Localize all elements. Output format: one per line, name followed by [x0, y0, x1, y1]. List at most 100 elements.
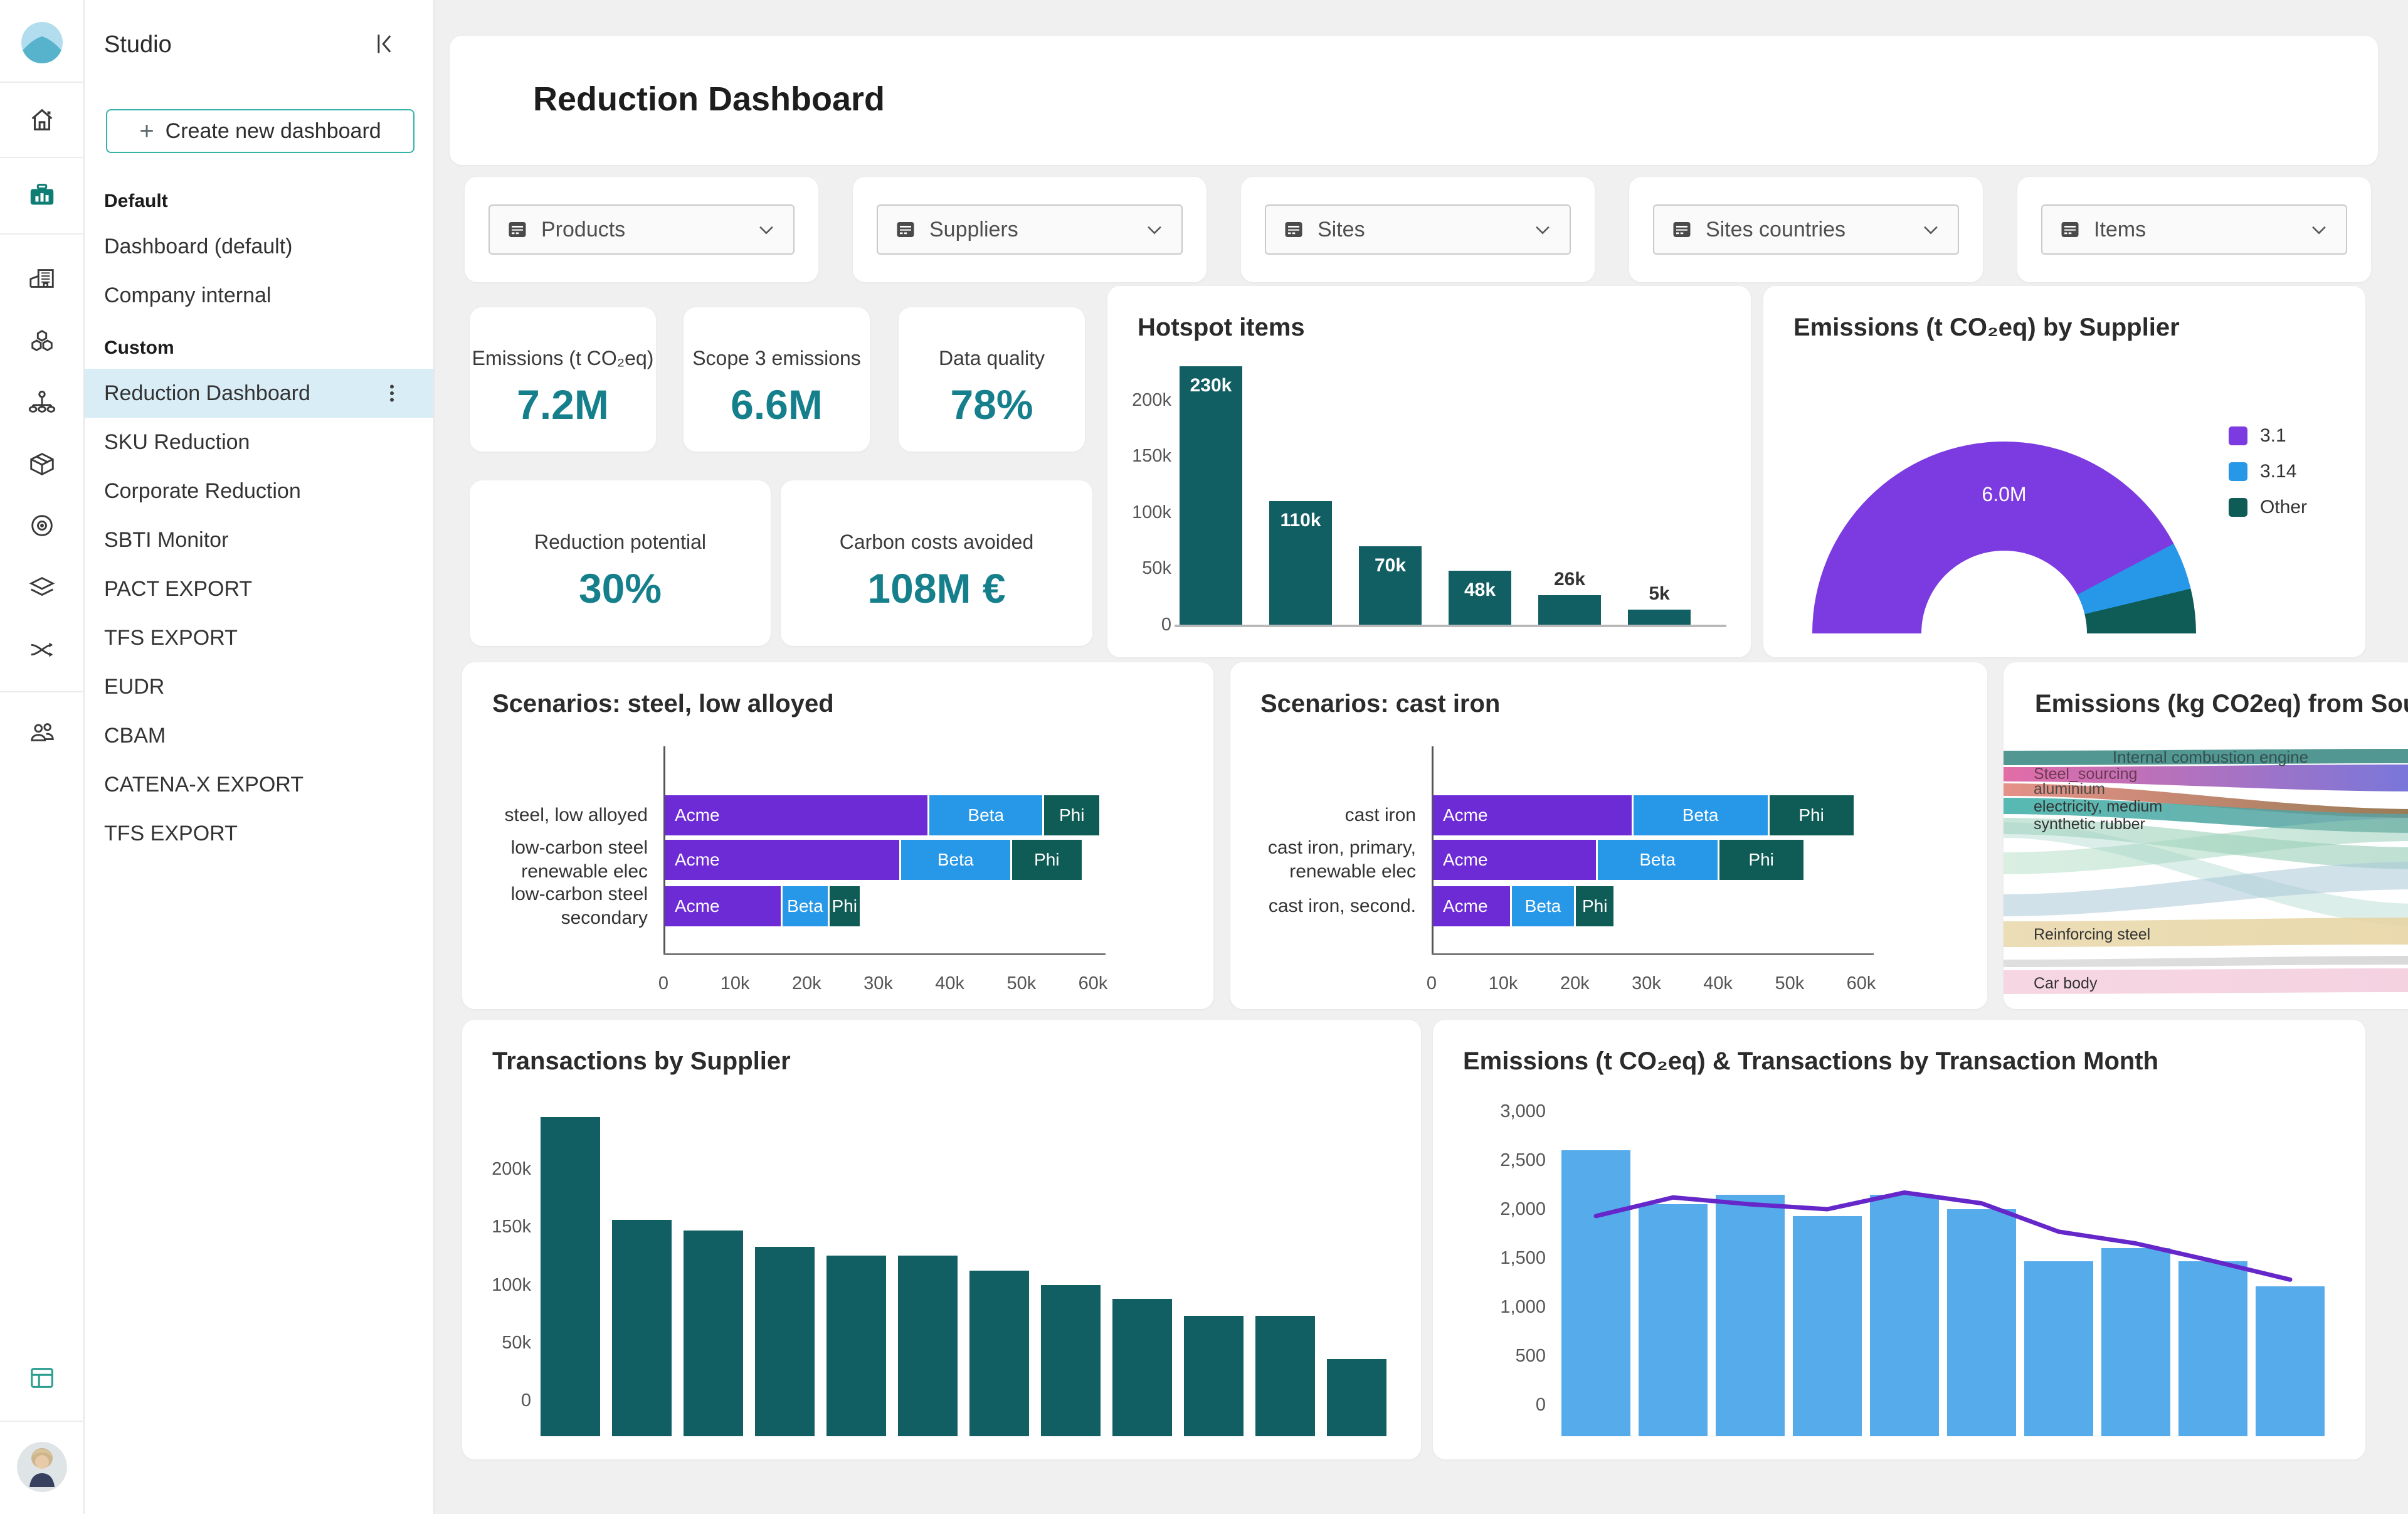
app-logo[interactable] [21, 22, 63, 63]
bar-value-label: 70k [1353, 555, 1428, 576]
kpi-label: Emissions (t CO₂eq) [470, 347, 656, 370]
category-label: cast iron, second. [1230, 894, 1416, 918]
chart-title: Emissions (kg CO2eq) from Source to [2035, 690, 2408, 718]
sankey-node-label: Internal combustion engine [2113, 748, 2308, 766]
filter-card-sites-countries: Sites countries [1629, 177, 1983, 282]
x-tick-label: 50k [996, 973, 1047, 994]
filter-label: Sites countries [1706, 218, 1920, 242]
sidebar-item-reduction-dashboard[interactable]: Reduction Dashboard [85, 369, 433, 418]
sidebar-item-dashboard-default-[interactable]: Dashboard (default) [85, 222, 433, 271]
home-icon[interactable] [23, 101, 61, 139]
y-tick-label: 2,500 [1471, 1150, 1546, 1171]
kpi-label: Data quality [899, 347, 1085, 370]
bar-value-label: 5k [1622, 583, 1697, 605]
sidebar-item-company-internal[interactable]: Company internal [85, 271, 433, 320]
bar [1255, 1316, 1315, 1436]
collapse-sidebar-icon[interactable] [371, 30, 398, 58]
filter-select-items[interactable]: Items [2041, 204, 2347, 255]
legend-label: 3.14 [2260, 461, 2296, 482]
sankey-node-label: Reinforcing steel [2034, 926, 2150, 943]
users-icon[interactable] [23, 714, 61, 751]
sidebar-item-label: Corporate Reduction [104, 479, 301, 504]
bar [1639, 1204, 1708, 1436]
y-tick-label: 500 [1471, 1346, 1546, 1367]
y-tick-label: 50k [471, 1333, 531, 1353]
x-axis-line [1432, 953, 1874, 955]
sidebar-item-label: Company internal [104, 283, 271, 308]
chevron-down-icon [1144, 219, 1165, 240]
legend-item: Other [2229, 497, 2307, 518]
factory-icon[interactable] [23, 259, 61, 297]
sidebar-item-sku-reduction[interactable]: SKU Reduction [85, 418, 433, 467]
bar [2024, 1261, 2093, 1436]
sidebar-item-tfs-export[interactable]: TFS EXPORT [85, 809, 433, 858]
sidebar-item-corporate-reduction[interactable]: Corporate Reduction [85, 467, 433, 516]
filter-label: Products [541, 218, 756, 242]
sankey-node-label: electricity, medium [2034, 798, 2162, 815]
segment-phi: Phi [1012, 840, 1082, 880]
segment-acme: Acme [1433, 840, 1596, 880]
user-avatar[interactable] [17, 1442, 67, 1492]
segment-phi: Phi [1770, 795, 1854, 835]
layout-grid-icon[interactable] [23, 1359, 61, 1397]
shuffle-icon[interactable] [23, 631, 61, 669]
scenarios-cast-iron-card: Scenarios: cast iron 010k20k30k40k50k60k… [1230, 662, 1987, 1009]
filter-icon [2059, 218, 2081, 241]
location-icon[interactable] [23, 507, 61, 544]
kpi-card-1: Scope 3 emissions6.6M [684, 307, 870, 452]
bar-value-label: 26k [1532, 569, 1607, 590]
kpi-card-4: Carbon costs avoided108M € [781, 480, 1092, 646]
y-tick-label: 1,000 [1471, 1297, 1546, 1318]
bar [755, 1247, 815, 1436]
kpi-label: Reduction potential [470, 531, 771, 554]
sidebar-item-catena-x-export[interactable]: CATENA-X EXPORT [85, 760, 433, 809]
create-button-label: Create new dashboard [166, 119, 381, 144]
filter-label: Items [2094, 218, 2308, 242]
sidebar-sections: DefaultDashboard (default)Company intern… [85, 173, 433, 858]
create-new-dashboard-button[interactable]: + Create new dashboard [106, 109, 415, 153]
category-label: low-carbon steelrenewable elec [462, 836, 648, 884]
bar [898, 1256, 958, 1436]
x-tick-label: 30k [1622, 973, 1672, 994]
x-tick-label: 60k [1068, 973, 1118, 994]
x-tick-label: 40k [925, 973, 975, 994]
modules-icon[interactable] [23, 322, 61, 360]
dashboard-icon[interactable] [23, 176, 61, 214]
sankey-node-label: Car body [2034, 975, 2098, 992]
sidebar-item-label: CATENA-X EXPORT [104, 773, 304, 797]
filter-select-products[interactable]: Products [488, 204, 795, 255]
package-icon[interactable] [23, 445, 61, 483]
x-tick-label: 20k [781, 973, 832, 994]
x-tick-label: 40k [1693, 973, 1743, 994]
sidebar-item-tfs-export[interactable]: TFS EXPORT [85, 613, 433, 662]
sankey-node-label: synthetic rubber [2034, 815, 2145, 833]
sidebar-item-sbti-monitor[interactable]: SBTI Monitor [85, 516, 433, 564]
chart-title: Emissions (t CO₂eq) & Transactions by Tr… [1463, 1047, 2158, 1076]
sidebar-title: Studio [104, 31, 172, 58]
filter-select-sites[interactable]: Sites [1265, 204, 1571, 255]
bar [1870, 1195, 1939, 1436]
icon-rail [0, 0, 85, 1514]
filter-card-items: Items [2017, 177, 2371, 282]
filter-select-sites-countries[interactable]: Sites countries [1653, 204, 1959, 255]
sidebar-item-pact-export[interactable]: PACT EXPORT [85, 564, 433, 613]
bar [684, 1231, 743, 1436]
bar [1327, 1359, 1386, 1436]
hierarchy-icon[interactable] [23, 384, 61, 421]
kebab-menu-icon[interactable] [381, 382, 403, 405]
layers-icon[interactable] [23, 568, 61, 606]
bar [1716, 1195, 1785, 1436]
bar [1041, 1285, 1101, 1437]
sidebar-item-cbam[interactable]: CBAM [85, 711, 433, 760]
bar [612, 1220, 672, 1436]
chart-title: Transactions by Supplier [492, 1047, 791, 1076]
segment-phi: Phi [1576, 886, 1613, 926]
bar [2101, 1248, 2170, 1436]
bar-value-label: 230k [1173, 375, 1249, 396]
filter-select-suppliers[interactable]: Suppliers [877, 204, 1183, 255]
legend-label: 3.1 [2260, 425, 2286, 447]
sankey-node-label: aluminium [2034, 780, 2105, 798]
chart-title: Scenarios: cast iron [1260, 690, 1500, 718]
sidebar-item-eudr[interactable]: EUDR [85, 662, 433, 711]
transactions-by-supplier-card: Transactions by Supplier 050k100k150k200… [462, 1020, 1421, 1459]
